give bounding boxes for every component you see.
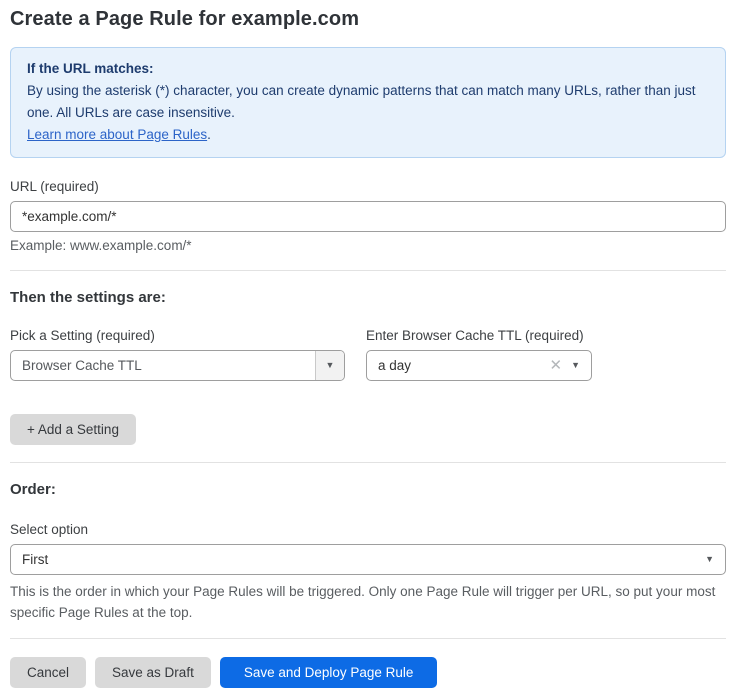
info-box-heading: If the URL matches: <box>27 58 709 80</box>
save-as-draft-button[interactable]: Save as Draft <box>95 657 211 688</box>
url-input[interactable] <box>10 201 726 232</box>
order-select-label: Select option <box>10 522 726 537</box>
ttl-value: a day <box>367 358 550 373</box>
url-example-text: Example: www.example.com/* <box>10 238 726 253</box>
pick-setting-dropdown[interactable]: Browser Cache TTL ▼ <box>10 350 345 381</box>
link-suffix: . <box>207 127 211 142</box>
cancel-button[interactable]: Cancel <box>10 657 86 688</box>
order-section-heading: Order: <box>10 481 726 498</box>
chevron-down-icon: ▼ <box>571 361 591 370</box>
save-and-deploy-button[interactable]: Save and Deploy Page Rule <box>220 657 438 688</box>
add-setting-button[interactable]: + Add a Setting <box>10 414 136 445</box>
settings-section-heading: Then the settings are: <box>10 289 726 306</box>
divider <box>10 638 726 639</box>
footer-actions: Cancel Save as Draft Save and Deploy Pag… <box>10 657 726 688</box>
info-box-body: By using the asterisk (*) character, you… <box>27 80 709 124</box>
ttl-label: Enter Browser Cache TTL (required) <box>366 328 592 343</box>
pick-setting-value: Browser Cache TTL <box>11 358 315 373</box>
ttl-column: Enter Browser Cache TTL (required) a day… <box>366 308 592 381</box>
info-box-link-line: Learn more about Page Rules. <box>27 124 709 146</box>
chevron-down-icon: ▼ <box>326 361 335 370</box>
order-dropdown[interactable]: First ▼ <box>10 544 726 575</box>
order-help-text: This is the order in which your Page Rul… <box>10 581 726 623</box>
learn-more-link[interactable]: Learn more about Page Rules <box>27 127 207 142</box>
ttl-dropdown[interactable]: a day ✕ ▼ <box>366 350 592 381</box>
page-title: Create a Page Rule for example.com <box>10 8 726 31</box>
url-match-info-box: If the URL matches: By using the asteris… <box>10 47 726 158</box>
order-value: First <box>11 552 705 567</box>
create-page-rule-panel: Create a Page Rule for example.com If th… <box>0 0 736 688</box>
chevron-down-icon: ▼ <box>705 555 725 564</box>
settings-row: Pick a Setting (required) Browser Cache … <box>10 308 726 381</box>
divider <box>10 462 726 463</box>
pick-setting-caret-segment[interactable]: ▼ <box>315 351 344 380</box>
divider <box>10 270 726 271</box>
pick-setting-label: Pick a Setting (required) <box>10 328 345 343</box>
clear-icon[interactable]: ✕ <box>550 358 572 373</box>
url-field-label: URL (required) <box>10 179 726 194</box>
pick-setting-column: Pick a Setting (required) Browser Cache … <box>10 308 345 381</box>
